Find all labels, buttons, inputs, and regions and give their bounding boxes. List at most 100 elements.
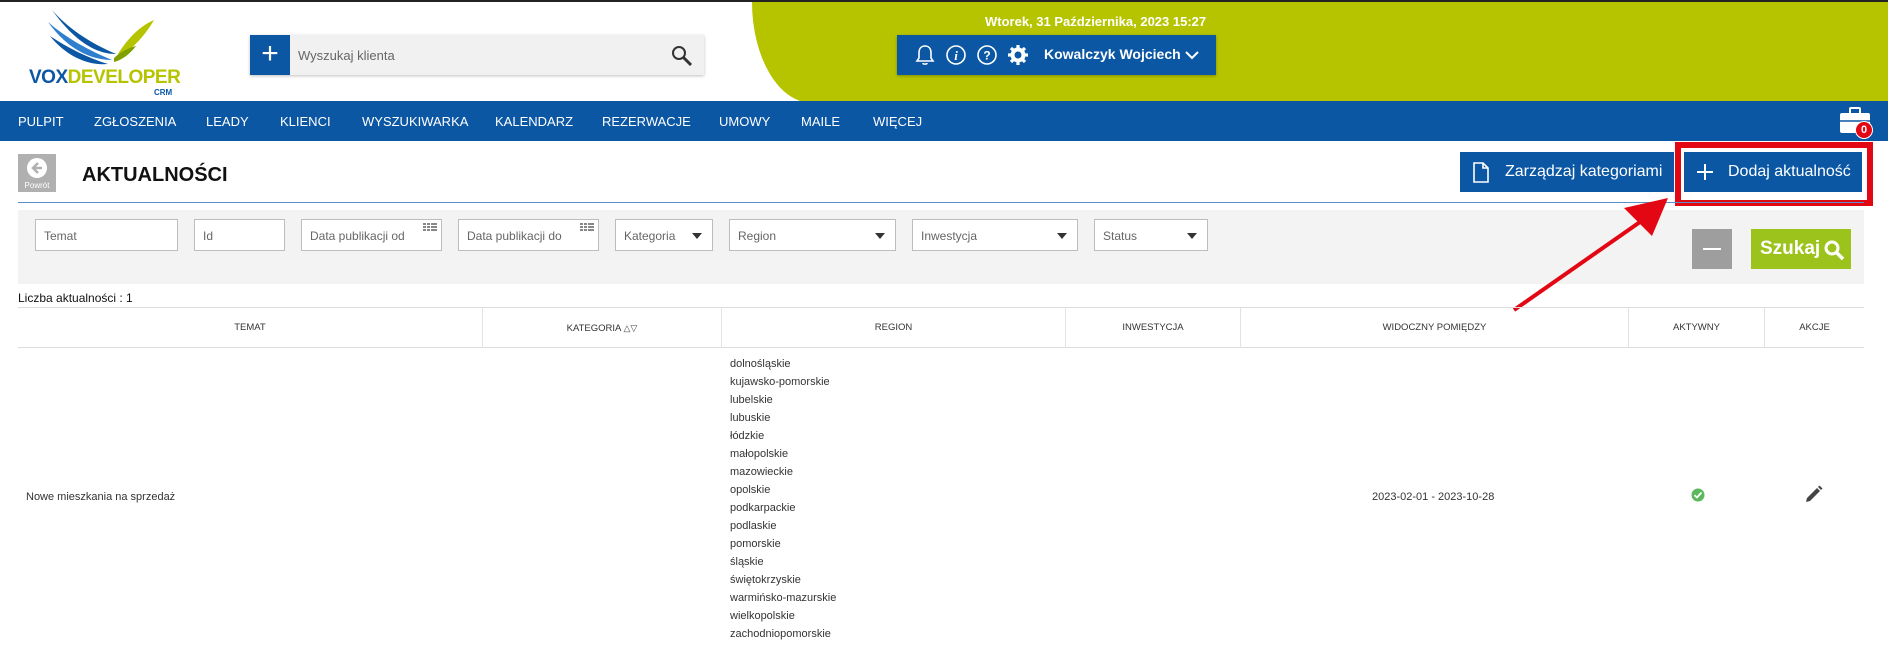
region-item: podlaskie	[730, 520, 777, 532]
add-client-button[interactable]: +	[250, 35, 290, 75]
nav-item-kalendarz[interactable]: KALENDARZ	[495, 114, 573, 129]
document-icon	[1473, 162, 1489, 183]
row-temat[interactable]: Nowe mieszkania na sprzedaż	[26, 491, 175, 503]
region-item: zachodniopomorskie	[730, 628, 831, 640]
calendar-icon[interactable]	[423, 223, 437, 234]
calendar-icon[interactable]	[580, 223, 594, 234]
region-item: łódzkie	[730, 430, 765, 442]
nav-item-rezerwacje[interactable]: REZERWACJE	[602, 114, 691, 129]
col-header-kategoria-label: KATEGORIA	[566, 323, 621, 334]
bell-icon[interactable]	[914, 44, 936, 66]
nav-item-pulpit[interactable]: PULPIT	[18, 114, 64, 129]
filter-temat[interactable]: Temat	[35, 219, 178, 251]
client-search-input[interactable]	[298, 43, 658, 67]
filter-date-to[interactable]: Data publikacji do	[458, 219, 599, 251]
svg-text:?: ?	[983, 49, 990, 63]
wings-logo-icon	[48, 10, 154, 65]
region-item: opolskie	[730, 484, 771, 496]
top-header: VOXDEVELOPER CRM + Wtorek, 31 Październi…	[0, 0, 1888, 101]
filter-id[interactable]: Id	[194, 219, 285, 251]
nav-item-maile[interactable]: MAILE	[801, 114, 840, 129]
col-header-inwestycja[interactable]: INWESTYCJA	[1066, 308, 1241, 348]
region-item: świętokrzyskie	[730, 574, 801, 586]
gear-icon[interactable]	[1007, 44, 1029, 66]
logo-text-developer: DEVELOPER	[67, 67, 181, 88]
dropdown-arrow-icon	[875, 233, 885, 239]
cart-count-badge: 0	[1855, 121, 1873, 139]
row-regions: dolnośląskie kujawsko-pomorskie lubelski…	[730, 355, 836, 643]
nav-item-klienci[interactable]: KLIENCI	[280, 114, 331, 129]
filter-region-value: Region	[738, 229, 777, 243]
filter-id-placeholder: Id	[203, 229, 214, 243]
filter-kategoria-value: Kategoria	[624, 229, 676, 243]
filter-inwestycja-value: Inwestycja	[921, 229, 978, 243]
region-item: wielkopolskie	[730, 610, 795, 622]
title-divider	[18, 202, 1864, 203]
info-icon[interactable]: i	[945, 44, 967, 66]
back-label: Powrót	[24, 181, 50, 190]
region-item: kujawsko-pomorskie	[730, 376, 830, 388]
dropdown-arrow-icon	[1057, 233, 1067, 239]
manage-categories-label: Zarządzaj kategoriami	[1505, 163, 1663, 180]
chevron-down-icon[interactable]	[1183, 46, 1201, 64]
main-nav: PULPIT ZGŁOSZENIA LEADY KLIENCI WYSZUKIW…	[0, 101, 1888, 141]
svg-text:i: i	[954, 48, 958, 63]
logo-crm: CRM	[154, 88, 173, 97]
nav-item-umowy[interactable]: UMOWY	[719, 114, 770, 129]
pencil-icon[interactable]	[1804, 485, 1823, 504]
active-check-icon	[1691, 488, 1705, 502]
dropdown-arrow-icon	[1187, 233, 1197, 239]
region-item: warmińsko-mazurskie	[730, 592, 837, 604]
news-count: Liczba aktualności : 1	[18, 291, 133, 305]
search-icon	[1824, 240, 1845, 261]
filter-date-to-placeholder: Data publikacji do	[467, 229, 562, 243]
col-header-akcje: AKCJE	[1799, 322, 1830, 333]
page-title: AKTUALNOŚCI	[82, 164, 228, 186]
filter-panel: Temat Id Data publikacji od Data publika…	[18, 210, 1864, 284]
region-item: małopolskie	[730, 448, 789, 460]
filter-status-select[interactable]: Status	[1094, 219, 1208, 251]
search-button[interactable]: Szukaj	[1751, 229, 1851, 269]
sort-icon[interactable]: △▽	[624, 323, 638, 333]
filter-temat-placeholder: Temat	[44, 229, 77, 243]
annotation-highlight	[1675, 142, 1873, 206]
client-search: +	[250, 35, 704, 75]
region-item: pomorskie	[730, 538, 781, 550]
col-header-temat[interactable]: TEMAT	[18, 308, 483, 348]
nav-item-leady[interactable]: LEADY	[206, 114, 249, 129]
region-item: śląskie	[730, 556, 764, 568]
region-item: podkarpackie	[730, 502, 796, 514]
back-button[interactable]: Powrót	[18, 154, 56, 192]
region-item: dolnośląskie	[730, 358, 791, 370]
filter-status-value: Status	[1103, 229, 1138, 243]
search-icon[interactable]	[670, 44, 694, 68]
filter-date-from[interactable]: Data publikacji od	[301, 219, 442, 251]
nav-item-wyszukiwarka[interactable]: WYSZUKIWARKA	[362, 114, 468, 129]
manage-categories-button[interactable]: Zarządzaj kategoriami	[1460, 152, 1674, 192]
filter-date-from-placeholder: Data publikacji od	[310, 229, 405, 243]
nav-item-zgloszenia[interactable]: ZGŁOSZENIA	[94, 114, 176, 129]
filter-region-select[interactable]: Region	[729, 219, 896, 251]
col-header-region[interactable]: REGION	[722, 308, 1066, 348]
row-widoczny: 2023-02-01 - 2023-10-28	[1372, 491, 1495, 503]
search-button-label: Szukaj	[1760, 238, 1821, 259]
col-header-aktywny[interactable]: AKTYWNY	[1629, 308, 1765, 348]
logo-text: VOXDEVELOPER	[29, 67, 181, 89]
filter-inwestycja-select[interactable]: Inwestycja	[912, 219, 1078, 251]
logo[interactable]: VOXDEVELOPER CRM	[26, 8, 186, 100]
nav-item-wiecej[interactable]: WIĘCEJ	[873, 114, 922, 129]
current-datetime: Wtorek, 31 Października, 2023 15:27	[985, 14, 1207, 29]
back-arrow-icon	[27, 158, 47, 178]
col-header-widoczny[interactable]: WIDOCZNY POMIĘDZY	[1241, 308, 1629, 348]
filter-kategoria-select[interactable]: Kategoria	[615, 219, 713, 251]
col-header-kategoria[interactable]: KATEGORIA △▽	[483, 308, 722, 348]
collapse-filters-button[interactable]	[1692, 229, 1732, 269]
user-name[interactable]: Kowalczyk Wojciech	[1044, 46, 1181, 62]
dropdown-arrow-icon	[692, 233, 702, 239]
region-item: mazowieckie	[730, 466, 793, 478]
region-item: lubelskie	[730, 394, 773, 406]
help-icon[interactable]: ?	[976, 44, 998, 66]
region-item: lubuskie	[730, 412, 771, 424]
logo-text-vox: VOX	[29, 67, 68, 88]
table-header: TEMAT KATEGORIA △▽ REGION INWESTYCJA WID…	[18, 307, 1864, 348]
